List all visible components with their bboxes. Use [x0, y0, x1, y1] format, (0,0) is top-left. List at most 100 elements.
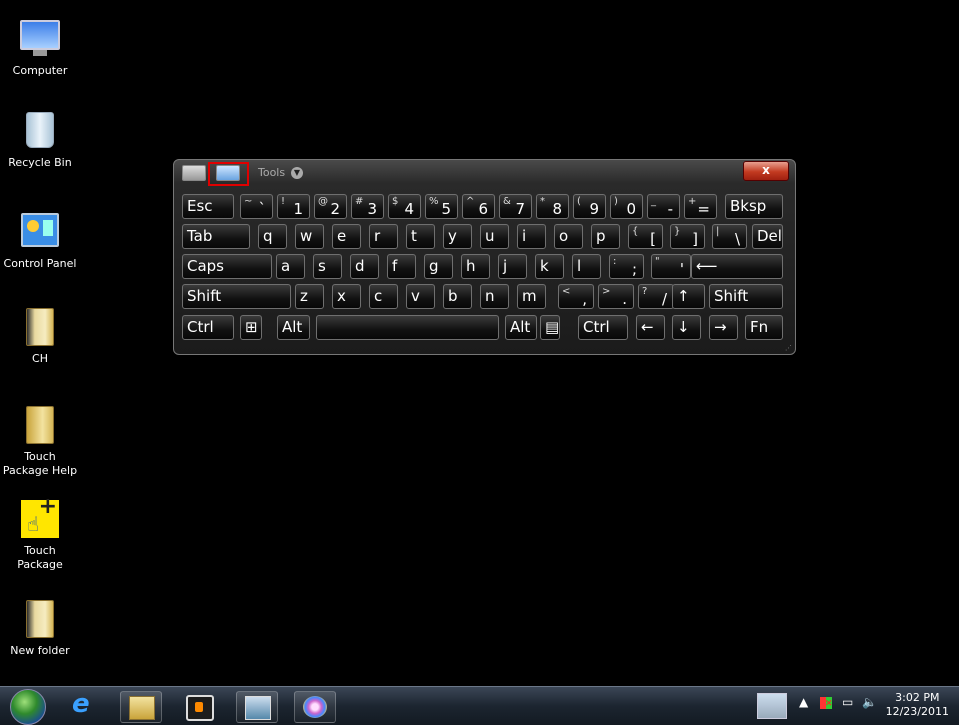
- key-row5-4[interactable]: Alt: [505, 315, 537, 340]
- pen-input-icon[interactable]: [182, 165, 206, 181]
- key-row2-2[interactable]: w: [295, 224, 324, 249]
- key-label: 9: [589, 200, 599, 218]
- key-row1-4[interactable]: #3: [351, 194, 384, 219]
- key-row2-6[interactable]: y: [443, 224, 472, 249]
- key-row2-1[interactable]: q: [258, 224, 287, 249]
- key-row1-6[interactable]: % 5: [425, 194, 458, 219]
- key-row1-2[interactable]: ! 1: [277, 194, 310, 219]
- key-row4-6[interactable]: n: [480, 284, 509, 309]
- chevron-down-icon[interactable]: ▼: [291, 167, 303, 179]
- key-row1-9[interactable]: * 8: [536, 194, 569, 219]
- media-player-button[interactable]: [178, 691, 218, 721]
- key-row2-14[interactable]: Del: [752, 224, 783, 249]
- key-row2-13[interactable]: | \: [712, 224, 747, 249]
- key-row4-10[interactable]: ? /: [638, 284, 674, 309]
- action-center-icon[interactable]: [820, 697, 833, 709]
- key-shift-label: {: [632, 226, 639, 237]
- paint-button[interactable]: [294, 691, 336, 723]
- key-row2-12[interactable]: }]: [670, 224, 705, 249]
- remote-desktop-button[interactable]: [236, 691, 278, 723]
- key-row4-12[interactable]: Shift: [709, 284, 783, 309]
- key-row3-11[interactable]: " ': [651, 254, 691, 279]
- key-row4-4[interactable]: v: [406, 284, 435, 309]
- internet-explorer-button[interactable]: e: [62, 689, 102, 721]
- key-row4-5[interactable]: b: [443, 284, 472, 309]
- key-row3-1[interactable]: a: [276, 254, 305, 279]
- desktop-icon-ch-folder[interactable]: CH: [2, 306, 78, 366]
- desktop-icon-computer[interactable]: Computer: [2, 14, 78, 78]
- key-row2-4[interactable]: r: [369, 224, 398, 249]
- key-row2-5[interactable]: t: [406, 224, 435, 249]
- key-row1-12[interactable]: _ -: [647, 194, 680, 219]
- desktop-icon-control-panel[interactable]: Control Panel: [2, 208, 78, 271]
- key-row2-11[interactable]: {[: [628, 224, 663, 249]
- key-row2-9[interactable]: o: [554, 224, 583, 249]
- key-row3-4[interactable]: f: [387, 254, 416, 279]
- windows-explorer-button[interactable]: [120, 691, 162, 723]
- key-row5-5[interactable]: ▤: [540, 315, 560, 340]
- osk-title-bar[interactable]: Tools ▼ x: [174, 160, 795, 186]
- clock[interactable]: 3:02 PM 12/23/2011: [886, 691, 949, 719]
- key-row5-6[interactable]: Ctrl: [578, 315, 628, 340]
- key-row4-3[interactable]: c: [369, 284, 398, 309]
- key-row4-8[interactable]: <,: [558, 284, 594, 309]
- key-row1-11[interactable]: ) 0: [610, 194, 643, 219]
- key-row3-6[interactable]: h: [461, 254, 490, 279]
- resize-grip-icon[interactable]: ⋰: [785, 344, 793, 352]
- key-label: w: [300, 227, 313, 245]
- key-row2-3[interactable]: e: [332, 224, 361, 249]
- key-row5-0[interactable]: Ctrl: [182, 315, 234, 340]
- key-label: z: [300, 287, 308, 305]
- key-row5-10[interactable]: Fn: [745, 315, 783, 340]
- key-row2-7[interactable]: u: [480, 224, 509, 249]
- show-hidden-icons-icon[interactable]: ▲: [799, 695, 808, 709]
- desktop-icon-new-folder[interactable]: New folder: [2, 598, 78, 658]
- key-row4-2[interactable]: x: [332, 284, 361, 309]
- key-label: b: [448, 287, 458, 305]
- key-row3-8[interactable]: k: [535, 254, 564, 279]
- key-row4-1[interactable]: z: [295, 284, 324, 309]
- key-row3-9[interactable]: l: [572, 254, 601, 279]
- key-row2-8[interactable]: i: [517, 224, 546, 249]
- desktop-icon-recycle-bin[interactable]: Recycle Bin: [2, 110, 78, 170]
- network-icon[interactable]: ▭: [842, 695, 853, 709]
- key-row4-11[interactable]: ↑: [672, 284, 705, 309]
- key-row3-3[interactable]: d: [350, 254, 379, 279]
- key-row5-8[interactable]: ↓: [672, 315, 701, 340]
- key-row5-2[interactable]: Alt: [277, 315, 310, 340]
- desktop-icon-touch-package-help[interactable]: Touch Package Help: [2, 404, 78, 478]
- key-row1-3[interactable]: @2: [314, 194, 347, 219]
- key-row3-5[interactable]: g: [424, 254, 453, 279]
- key-row2-0[interactable]: Tab: [182, 224, 250, 249]
- key-row3-10[interactable]: :;: [609, 254, 644, 279]
- key-row5-9[interactable]: →: [709, 315, 738, 340]
- key-label: Bksp: [730, 197, 767, 215]
- key-row3-12[interactable]: ⟵: [691, 254, 783, 279]
- key-row4-9[interactable]: >.: [598, 284, 634, 309]
- key-row4-0[interactable]: Shift: [182, 284, 291, 309]
- desktop-icon-touch-package[interactable]: ☝ Touch Package: [2, 494, 78, 572]
- key-row1-14[interactable]: Bksp: [725, 194, 783, 219]
- start-button[interactable]: [10, 689, 46, 725]
- key-label: q: [263, 227, 273, 245]
- key-row3-7[interactable]: j: [498, 254, 527, 279]
- key-row1-1[interactable]: ~ `: [240, 194, 273, 219]
- key-row3-2[interactable]: s: [313, 254, 342, 279]
- key-row1-5[interactable]: $4: [388, 194, 421, 219]
- key-row5-7[interactable]: ←: [636, 315, 665, 340]
- key-row1-13[interactable]: + =: [684, 194, 717, 219]
- key-row1-7[interactable]: ^ 6: [462, 194, 495, 219]
- key-row1-0[interactable]: Esc: [182, 194, 234, 219]
- key-label: Ctrl: [583, 318, 610, 336]
- volume-icon[interactable]: 🔈: [862, 695, 877, 709]
- key-row3-0[interactable]: Caps: [182, 254, 272, 279]
- key-row1-8[interactable]: & 7: [499, 194, 532, 219]
- key-row2-10[interactable]: p: [591, 224, 620, 249]
- close-button[interactable]: x: [743, 161, 789, 181]
- key-row5-3[interactable]: [316, 315, 499, 340]
- tools-menu-label[interactable]: Tools: [258, 166, 285, 179]
- key-row1-10[interactable]: (9: [573, 194, 606, 219]
- key-row4-7[interactable]: m: [517, 284, 546, 309]
- tablet-input-panel-icon[interactable]: [757, 693, 787, 719]
- key-row5-1[interactable]: ⊞: [240, 315, 262, 340]
